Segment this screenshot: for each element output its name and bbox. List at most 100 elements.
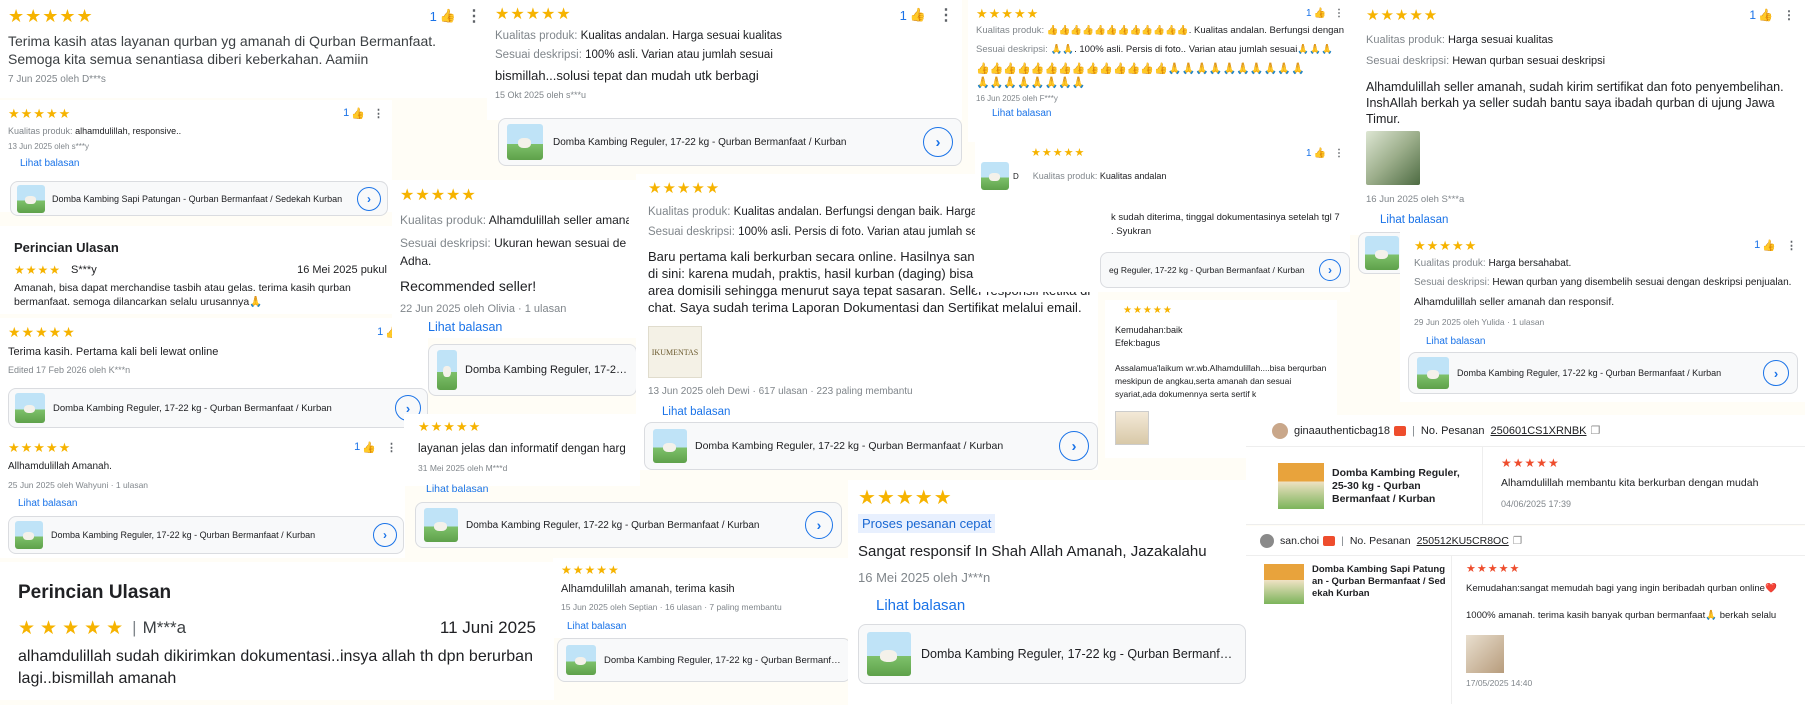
more-vert-icon[interactable]: ⋮ [1334,148,1344,159]
thumbs-up-icon[interactable]: 👍 [910,7,926,23]
more-vert-icon[interactable]: ⋮ [1786,239,1797,252]
reply-link[interactable]: Lihat balasan [428,320,502,334]
review-meta: 15 Okt 2025 oleh s***u [495,90,587,100]
chevron-right-icon[interactable]: › [805,511,833,539]
desc-label: Sesuai deskripsi: [1366,55,1450,67]
more-vert-icon[interactable]: ⋮ [466,6,482,26]
rating-stars: ★★★★★ [648,179,721,197]
rating-stars: ★★★★★ [495,6,572,23]
reply-link[interactable]: Lihat balasan [20,158,384,169]
product-card[interactable]: Domba Kambing Reguler, 17-22 kg - Qurban… [557,638,851,682]
review-text: 🙏🙏🙏🙏🙏🙏🙏🙏 [976,77,1086,89]
thumbs-up-icon[interactable]: 👍 [440,8,456,24]
status-badge: Proses pesanan cepat [858,514,996,533]
reply-link[interactable]: Lihat balasan [1380,214,1795,226]
thumbs-up-icon[interactable]: 👍 [1762,239,1776,252]
product-thumbnail [1278,463,1324,509]
thumbs-up-icon[interactable]: 👍 [362,441,376,454]
ease-value: Kemudahan:sangat memudah bagi yang ingin… [1466,583,1777,594]
reply-link[interactable]: Lihat balasan [567,621,627,632]
effect-value: Efek:bagus [1115,338,1161,348]
product-card[interactable]: eg Reguler, 17-22 kg - Qurban Bermanfaat… [1100,252,1350,288]
product-card[interactable]: Domba Kambing Sapi Patungan - Qurban Ber… [10,181,388,216]
quality-label: Kualitas produk: [1414,258,1486,269]
more-vert-icon[interactable]: ⋮ [1783,8,1795,22]
quality-value: alhamdulillah, responsive.. [75,126,182,136]
reply-link[interactable]: Lihat balasan [426,483,488,495]
desc-value: Hewan qurban sesuai deskripsi [1452,55,1606,67]
order-number[interactable]: 250601CS1XRNBK [1491,425,1587,437]
like-count: 1 [1305,147,1312,159]
like-count: 1 [1749,8,1757,22]
product-card[interactable]: Domba Kambing Reguler, 17-22 kg - Qurban… [428,344,637,396]
chevron-right-icon[interactable]: › [357,186,381,211]
order-number[interactable]: 250512KU5CR8OC [1417,535,1509,547]
chevron-right-icon[interactable]: › [1319,259,1341,281]
quality-label: Kualitas produk: [1366,34,1445,46]
more-vert-icon[interactable]: ⋮ [386,441,397,454]
thumbs-up-icon[interactable]: 👍 [1314,148,1326,159]
ease-value: baik [1166,325,1183,335]
like-count: 1 [354,441,361,453]
quality-value: 👍👍👍👍👍👍👍👍👍👍👍👍. Kualitas andalan. Berfungs… [1046,25,1344,36]
thumbs-up-icon[interactable]: 👍 [1314,8,1326,19]
quality-value: Harga sesuai kualitas [1447,34,1554,46]
review-meta: Edited 17 Feb 2026 oleh K***n [8,365,131,375]
review-photo[interactable] [1366,131,1420,185]
like-count: 1 [429,8,437,24]
product-thumbnail [507,124,543,160]
desc-label: Sesuai deskripsi: [400,236,491,250]
rating-stars: ★★★★★ [8,439,72,455]
reply-link[interactable]: Lihat balasan [18,498,397,509]
product-card[interactable]: Domba Kambing Reguler, 17-22 kg - Qurban… [1408,352,1798,394]
copy-icon[interactable]: ❐ [1513,535,1522,547]
desc-value: Ukuran hewan sesuai de [494,236,627,250]
divider: | [1412,424,1415,437]
chevron-right-icon[interactable]: › [923,127,953,157]
product-card[interactable]: Domba Kambing Reguler, 17-22 kg - Qurban… [644,422,1098,470]
review-text: Recommended seller! [400,278,537,294]
divider: | [1341,534,1344,547]
product-card[interactable]: Domba Kambing Reguler, 17-22 kg - Qurban… [8,388,428,428]
reply-link[interactable]: Lihat balasan [992,108,1344,119]
like-count: 1 [377,326,384,338]
chevron-right-icon[interactable]: › [1059,431,1089,461]
review-photo[interactable] [1115,411,1149,445]
review-meta: 29 Jun 2025 oleh Yulida · 1 ulasan [1414,317,1545,327]
reply-link[interactable]: Lihat balasan [662,406,1092,418]
panel-title: Perincian Ulasan [14,240,119,255]
more-vert-icon[interactable]: ⋮ [373,107,384,120]
review-card: ★★★★★ 1 👍 ⋮ Kualitas produk: Kualitas an… [487,0,962,120]
chevron-right-icon[interactable]: › [373,523,397,547]
chat-icon[interactable] [1323,535,1336,546]
order-label: No. Pesanan [1420,424,1485,437]
panel-title: Perincian Ulasan [18,582,172,603]
rating-stars: ★★★★★ [1501,456,1560,470]
more-vert-icon[interactable]: ⋮ [938,5,954,25]
review-photo[interactable] [1466,635,1504,673]
desc-value: Hewan qurban yang disembelih sesuai deng… [1492,277,1792,288]
review-meta: 25 Jun 2025 oleh Wahyuni · 1 ulasan [8,480,149,490]
chat-icon[interactable] [1394,425,1407,436]
reply-link[interactable]: Lihat balasan [1426,336,1797,347]
product-card[interactable]: Domba Kambing Reguler, 17-22 kg - Qurban… [415,502,842,548]
review-meta: 15 Jun 2025 oleh Septian · 16 ulasan · 7… [561,602,782,612]
chevron-right-icon[interactable]: › [1763,360,1789,386]
review-text: 1000% amanah. terima kasih banyak qurban… [1466,610,1777,621]
product-name: Domba Kambing Reguler, 25-30 kg - Qurban… [1332,466,1460,505]
more-vert-icon[interactable]: ⋮ [1334,8,1344,19]
product-card[interactable]: Domba Kambing Reguler, 17-22 kg - Qurban… [858,624,1246,684]
thumbs-up-icon[interactable]: 👍 [1758,8,1773,22]
like-count: 1 [343,107,350,119]
reply-link[interactable]: Lihat balasan [876,597,1236,614]
thumbs-up-icon[interactable]: 👍 [351,107,365,120]
review-text: Alhamdulillah seller amanah dan responsi… [1414,296,1615,308]
review-photo[interactable]: IKUMENTAS [648,326,702,378]
avatar [1272,422,1288,439]
product-card[interactable]: Domba Kambing Reguler, 17-22 kg - Qurban… [8,516,404,554]
rating-stars: ★★★★★ [858,487,953,509]
review-meta: 22 Jun 2025 oleh Olivia · 1 ulasan [400,303,567,315]
product-card[interactable]: Domba Kambing Reguler, 17-22 kg - Qurban… [498,118,962,166]
product-name: Domba Kambing Reguler, 17-22 kg - Qurban… [53,402,332,414]
copy-icon[interactable]: ❐ [1591,424,1601,437]
